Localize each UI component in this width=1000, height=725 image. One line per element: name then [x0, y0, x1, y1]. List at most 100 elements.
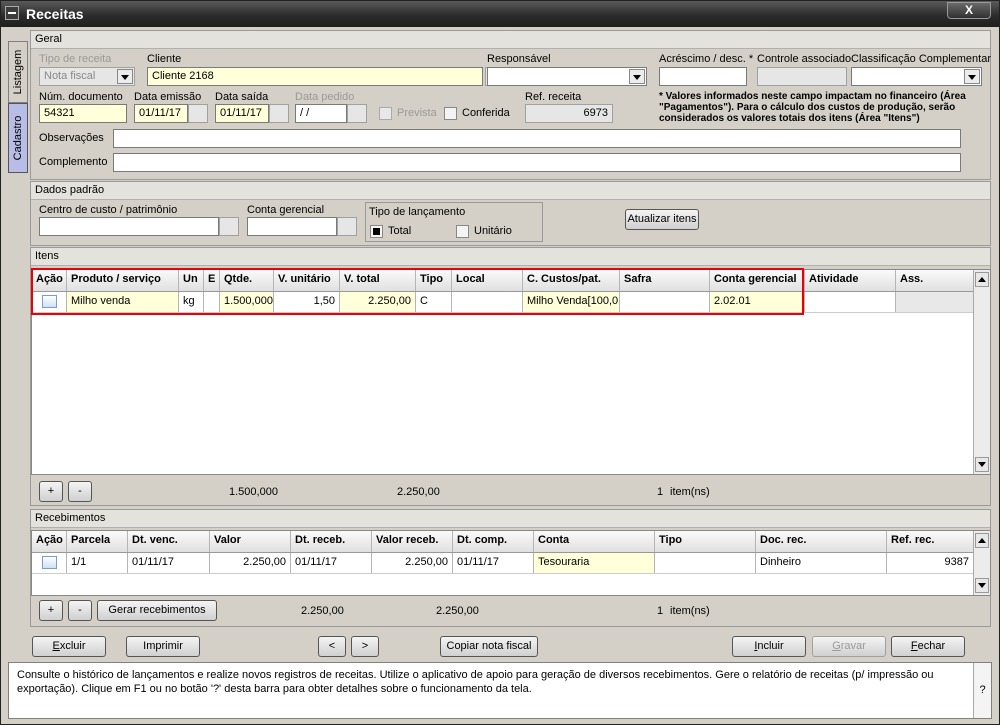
- col-ref-rec[interactable]: Ref. rec.: [887, 531, 974, 552]
- recebimentos-total-valor: 2.250,00: [301, 605, 344, 617]
- col-acao[interactable]: Ação: [32, 531, 67, 552]
- cell-atividade[interactable]: [805, 292, 896, 312]
- responsavel-label: Responsável: [487, 53, 551, 65]
- complemento-input[interactable]: [113, 153, 961, 172]
- unitario-label: Unitário: [474, 225, 512, 237]
- add-recebimento-button[interactable]: +: [39, 600, 63, 621]
- next-record-button[interactable]: >: [351, 636, 379, 657]
- col-valor[interactable]: Valor: [210, 531, 291, 552]
- data-emissao-label: Data emissão: [134, 91, 202, 103]
- scroll-up-icon[interactable]: [975, 272, 989, 287]
- title-bar: Receitas X: [1, 1, 999, 27]
- col-conta[interactable]: Conta: [534, 531, 655, 552]
- col-doc-rec[interactable]: Doc. rec.: [756, 531, 887, 552]
- col-valor-receb[interactable]: Valor receb.: [372, 531, 453, 552]
- add-item-button[interactable]: +: [39, 481, 63, 502]
- data-saida-calendar-button[interactable]: [269, 104, 289, 123]
- remove-item-button[interactable]: -: [68, 481, 92, 502]
- col-dt-comp[interactable]: Dt. comp.: [453, 531, 534, 552]
- recebimentos-count-label: item(ns): [670, 605, 710, 617]
- cell-valor[interactable]: 2.250,00: [210, 553, 291, 573]
- row-action-cell[interactable]: [32, 553, 67, 573]
- fechar-button[interactable]: Fechar: [891, 636, 965, 657]
- prevista-checkbox[interactable]: [379, 107, 392, 120]
- unitario-radio[interactable]: [456, 225, 469, 238]
- scroll-down-icon[interactable]: [975, 457, 989, 472]
- cell-conta[interactable]: Tesouraria: [534, 553, 655, 573]
- data-emissao-input[interactable]: 01/11/17: [134, 104, 188, 123]
- recebimentos-grid-header: Ação Parcela Dt. venc. Valor Dt. receb. …: [32, 531, 974, 553]
- data-pedido-input[interactable]: / /: [295, 104, 347, 123]
- itens-count: 1: [657, 486, 664, 498]
- col-dt-venc[interactable]: Dt. venc.: [128, 531, 210, 552]
- incluir-button[interactable]: Incluir: [732, 636, 806, 657]
- cliente-label: Cliente: [147, 53, 182, 65]
- col-ass[interactable]: Ass.: [896, 270, 974, 291]
- observacoes-input[interactable]: [113, 129, 961, 148]
- cell-tipo[interactable]: [655, 553, 756, 573]
- section-geral: Geral Tipo de receita Nota fiscal Client…: [30, 30, 991, 180]
- data-pedido-label: Data pedido: [295, 91, 355, 103]
- system-menu-icon[interactable]: [5, 6, 19, 20]
- num-doc-input[interactable]: 54321: [39, 104, 127, 123]
- prevista-label: Prevista: [397, 107, 437, 119]
- help-bar: Consulte o histórico de lançamentos e re…: [8, 662, 992, 719]
- row-action-icon[interactable]: [42, 556, 57, 569]
- scroll-down-icon[interactable]: [975, 578, 989, 593]
- cell-parcela[interactable]: 1/1: [67, 553, 128, 573]
- data-pedido-calendar-button[interactable]: [347, 104, 367, 123]
- chevron-down-icon[interactable]: [964, 69, 980, 84]
- tipo-lancamento-label: Tipo de lançamento: [369, 206, 466, 218]
- highlight-box: [31, 268, 804, 315]
- col-atividade[interactable]: Atividade: [805, 270, 896, 291]
- tab-cadastro[interactable]: Cadastro: [8, 103, 28, 173]
- section-header-dados-padrao: Dados padrão: [31, 182, 990, 200]
- data-emissao-calendar-button[interactable]: [188, 104, 208, 123]
- cell-doc-rec[interactable]: Dinheiro: [756, 553, 887, 573]
- classificacao-select[interactable]: [851, 67, 982, 86]
- previous-record-button[interactable]: <: [318, 636, 346, 657]
- scroll-up-icon[interactable]: [975, 533, 989, 548]
- tab-listagem[interactable]: Listagem: [8, 41, 28, 103]
- controle-input: [757, 67, 847, 86]
- excluir-button[interactable]: Excluir: [32, 636, 106, 657]
- atualizar-itens-button[interactable]: Atualizar itens: [625, 209, 699, 230]
- copiar-nota-fiscal-button[interactable]: Copiar nota fiscal: [440, 636, 538, 657]
- cell-dt-receb[interactable]: 01/11/17: [291, 553, 372, 573]
- ref-receita-label: Ref. receita: [525, 91, 582, 103]
- tipo-lancamento-group: Tipo de lançamento Total Unitário: [365, 202, 543, 242]
- conferida-checkbox[interactable]: [444, 107, 457, 120]
- col-tipo[interactable]: Tipo: [655, 531, 756, 552]
- responsavel-select[interactable]: [487, 67, 647, 86]
- conta-gerencial-lookup-button[interactable]: [337, 217, 357, 236]
- conferida-label: Conferida: [462, 107, 510, 119]
- conta-gerencial-input[interactable]: [247, 217, 337, 236]
- itens-total-valor: 2.250,00: [397, 486, 440, 498]
- col-parcela[interactable]: Parcela: [67, 531, 128, 552]
- total-label: Total: [388, 225, 412, 237]
- imprimir-button[interactable]: Imprimir: [126, 636, 200, 657]
- gerar-recebimentos-button[interactable]: Gerar recebimentos: [97, 600, 217, 621]
- total-radio[interactable]: [370, 225, 383, 238]
- col-dt-receb[interactable]: Dt. receb.: [291, 531, 372, 552]
- centro-custo-lookup-button[interactable]: [219, 217, 239, 236]
- help-button[interactable]: ?: [973, 663, 991, 718]
- chevron-down-icon: [117, 69, 133, 84]
- cell-dt-venc[interactable]: 01/11/17: [128, 553, 210, 573]
- remove-recebimento-button[interactable]: -: [68, 600, 92, 621]
- itens-scrollbar[interactable]: [973, 270, 990, 474]
- data-saida-input[interactable]: 01/11/17: [215, 104, 269, 123]
- chevron-down-icon[interactable]: [629, 69, 645, 84]
- table-row[interactable]: 1/1 01/11/17 2.250,00 01/11/17 2.250,00 …: [32, 553, 974, 574]
- acrescimo-input[interactable]: [659, 67, 747, 86]
- centro-custo-input[interactable]: [39, 217, 219, 236]
- ref-receita-value: 6973: [525, 104, 613, 123]
- cell-valor-receb[interactable]: 2.250,00: [372, 553, 453, 573]
- close-button[interactable]: X: [947, 2, 991, 19]
- cliente-input[interactable]: Cliente 2168: [147, 67, 483, 86]
- cell-ref-rec[interactable]: 9387: [887, 553, 974, 573]
- recebimentos-scrollbar[interactable]: [973, 531, 990, 595]
- cell-dt-comp[interactable]: 01/11/17: [453, 553, 534, 573]
- cell-ass[interactable]: [896, 292, 974, 312]
- gravar-button[interactable]: Gravar: [812, 636, 886, 657]
